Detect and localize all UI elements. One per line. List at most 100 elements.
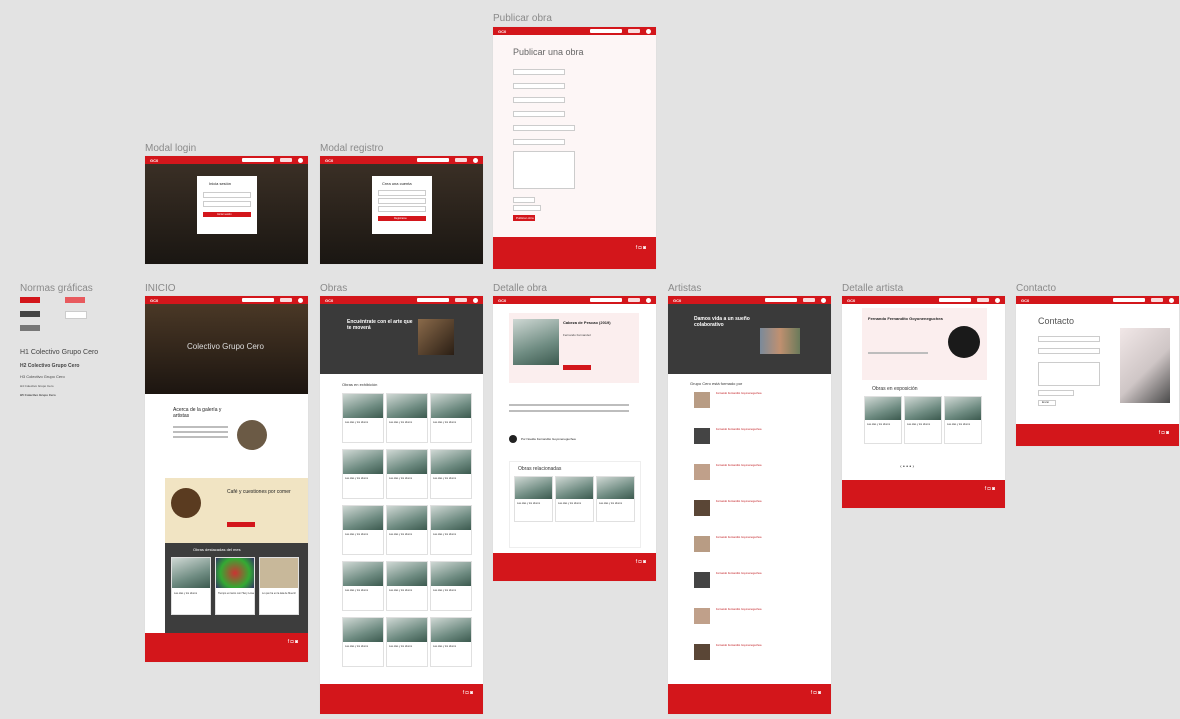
nav-logo[interactable]: GC0 xyxy=(847,298,855,303)
artboard-modal-login[interactable]: GC0 Inicia sesión Iniciar sesión xyxy=(145,156,308,264)
artist-name[interactable]: Fernando Fernandito Goyoneneguchea xyxy=(716,392,761,395)
password-field[interactable] xyxy=(203,201,251,207)
search-input[interactable] xyxy=(1113,298,1145,302)
cafe-button[interactable] xyxy=(227,522,255,527)
artwork-card[interactable]: Las olas y los siluros xyxy=(386,617,428,667)
artwork-card[interactable]: Las olas y los siluros xyxy=(386,505,428,555)
form-field[interactable] xyxy=(513,139,565,145)
nav-logo[interactable]: GC0 xyxy=(325,158,333,163)
artwork-card[interactable]: Las olas y los siluros xyxy=(386,393,428,443)
publish-button[interactable]: Publicar obra xyxy=(513,215,535,221)
artist-name[interactable]: Fernando Fernandito Goyoneneguchea xyxy=(716,500,761,503)
user-icon[interactable] xyxy=(646,297,651,303)
artist-name[interactable]: Fernando Fernandito Goyoneneguchea xyxy=(716,464,761,467)
artwork-card[interactable]: Las olas y los siluros xyxy=(342,393,384,443)
artwork-card[interactable]: Las olas y los siluros xyxy=(430,449,472,499)
artboard-inicio[interactable]: GC0 Colectivo Grupo Cero Acerca de la ga… xyxy=(145,296,308,662)
user-icon[interactable] xyxy=(646,28,651,34)
user-icon[interactable] xyxy=(821,297,826,303)
artboard-detalle-obra[interactable]: GC0 Cabeza de Pescao (2019) Fernando Fer… xyxy=(493,296,656,581)
artist-name[interactable]: Fernando Fernandito Goyoneneguchea xyxy=(716,644,761,647)
user-icon[interactable] xyxy=(1169,297,1174,303)
artwork-card[interactable]: Las olas y los siluros xyxy=(904,396,942,444)
description-textarea[interactable] xyxy=(513,151,575,189)
artwork-card[interactable]: Las olas y los siluros xyxy=(342,505,384,555)
footer-social-icons[interactable]: f ◘ ◙ xyxy=(985,486,995,492)
email-field[interactable] xyxy=(1038,348,1100,354)
artist-row[interactable]: Fernando Fernandito Goyoneneguchea xyxy=(694,498,814,528)
featured-card[interactable]: Tiempo en lazos con Hiery Lowe xyxy=(215,557,255,615)
file-field[interactable] xyxy=(513,197,535,203)
artist-row[interactable]: Fernando Fernandito Goyoneneguchea xyxy=(694,606,814,636)
send-button[interactable]: Enviar xyxy=(1038,400,1056,406)
search-input[interactable] xyxy=(417,158,449,162)
nav-logo[interactable]: GC0 xyxy=(150,298,158,303)
user-icon[interactable] xyxy=(995,297,1000,303)
email-field[interactable] xyxy=(378,198,426,204)
login-button[interactable] xyxy=(628,298,640,302)
nav-logo[interactable]: GC0 xyxy=(150,158,158,163)
artboard-contacto[interactable]: GC0 Contacto Enviar f ◘ ◙ xyxy=(1016,296,1179,446)
login-button[interactable] xyxy=(280,298,292,302)
nav-logo[interactable]: GC0 xyxy=(325,298,333,303)
artwork-card[interactable]: Las olas y los siluros xyxy=(430,393,472,443)
pagination[interactable]: ‹ • • • › xyxy=(900,464,914,470)
name-field[interactable] xyxy=(378,190,426,196)
search-input[interactable] xyxy=(242,158,274,162)
search-input[interactable] xyxy=(765,298,797,302)
footer-social-icons[interactable]: f ◘ ◙ xyxy=(636,245,646,251)
nav-logo[interactable]: GC0 xyxy=(498,298,506,303)
password-field[interactable] xyxy=(378,206,426,212)
featured-card[interactable]: Las olas y los siluros xyxy=(171,557,211,615)
artboard-obras[interactable]: GC0 Encuéntrate con el arte que te mover… xyxy=(320,296,483,714)
file-field[interactable] xyxy=(513,205,541,211)
login-button[interactable] xyxy=(1151,298,1163,302)
artwork-card[interactable]: Las olas y los siluros xyxy=(555,476,594,522)
artist-name[interactable]: Fernando Fernandito Goyoneneguchea xyxy=(716,536,761,539)
user-icon[interactable] xyxy=(473,157,478,163)
form-field[interactable] xyxy=(513,111,565,117)
login-button[interactable] xyxy=(803,298,815,302)
artboard-detalle-artista[interactable]: GC0 Fernando Fernandito Goyoneneguchea O… xyxy=(842,296,1005,508)
login-submit-button[interactable]: Iniciar sesión xyxy=(203,212,251,217)
artist-row[interactable]: Fernando Fernandito Goyoneneguchea xyxy=(694,390,814,420)
search-input[interactable] xyxy=(590,298,622,302)
artist-name[interactable]: Fernando Fernandito Goyoneneguchea xyxy=(716,608,761,611)
form-field[interactable] xyxy=(513,83,565,89)
email-field[interactable] xyxy=(203,192,251,198)
artwork-card[interactable]: Las olas y los siluros xyxy=(864,396,902,444)
artwork-card[interactable]: Las olas y los siluros xyxy=(430,505,472,555)
artist-row[interactable]: Fernando Fernandito Goyoneneguchea xyxy=(694,570,814,600)
nav-logo[interactable]: GC0 xyxy=(673,298,681,303)
footer-social-icons[interactable]: f ◘ ◙ xyxy=(1159,430,1169,436)
artist-row[interactable]: Fernando Fernandito Goyoneneguchea xyxy=(694,462,814,492)
user-icon[interactable] xyxy=(473,297,478,303)
artboard-modal-registro[interactable]: GC0 Crea una cuenta Registrarse xyxy=(320,156,483,264)
nav-logo[interactable]: GC0 xyxy=(1021,298,1029,303)
login-button[interactable] xyxy=(455,158,467,162)
artwork-card[interactable]: Las olas y los siluros xyxy=(514,476,553,522)
login-button[interactable] xyxy=(977,298,989,302)
name-field[interactable] xyxy=(1038,336,1100,342)
artwork-card[interactable]: Las olas y los siluros xyxy=(342,449,384,499)
footer-social-icons[interactable]: f ◘ ◙ xyxy=(463,690,473,696)
user-icon[interactable] xyxy=(298,297,303,303)
artwork-card[interactable]: Las olas y los siluros xyxy=(430,617,472,667)
artist-row[interactable]: Fernando Fernandito Goyoneneguchea xyxy=(694,642,814,672)
footer-social-icons[interactable]: f ◘ ◙ xyxy=(811,690,821,696)
contact-artist-button[interactable] xyxy=(563,365,591,370)
artist-name[interactable]: Fernando Fernandito Goyoneneguchea xyxy=(716,428,761,431)
form-field[interactable] xyxy=(513,97,565,103)
artboard-publicar[interactable]: GC0 Publicar una obra Publicar obra f ◘ … xyxy=(493,27,656,269)
register-submit-button[interactable]: Registrarse xyxy=(378,216,426,221)
artwork-card[interactable]: Las olas y los siluros xyxy=(386,449,428,499)
login-button[interactable] xyxy=(280,158,292,162)
nav-logo[interactable]: GC0 xyxy=(498,29,506,34)
artwork-card[interactable]: Las olas y los siluros xyxy=(386,561,428,611)
artist-row[interactable]: Fernando Fernandito Goyoneneguchea xyxy=(694,426,814,456)
featured-card[interactable]: Lo qué ha en la lata de Muertz xyxy=(259,557,299,615)
login-button[interactable] xyxy=(455,298,467,302)
search-input[interactable] xyxy=(242,298,274,302)
message-field[interactable] xyxy=(1038,362,1100,386)
search-input[interactable] xyxy=(939,298,971,302)
